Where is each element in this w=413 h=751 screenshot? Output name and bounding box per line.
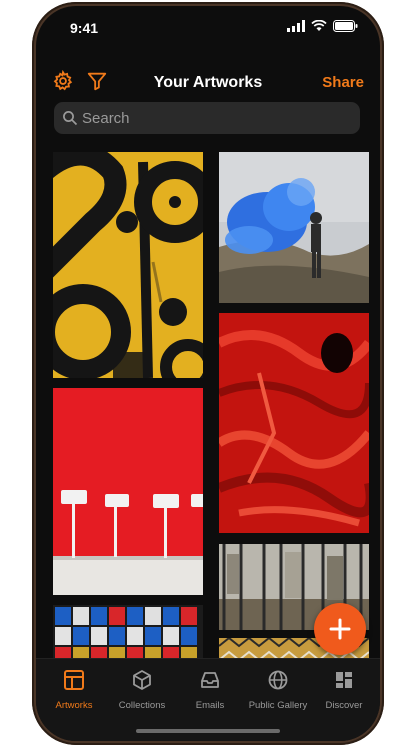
status-icons (287, 20, 358, 32)
status-time: 9:41 (70, 20, 99, 36)
tab-label-discover: Discover (325, 700, 363, 711)
nav-bar: Your Artworks Share (36, 64, 380, 102)
status-bar: 9:41 (36, 6, 380, 50)
artworks-icon (64, 670, 84, 690)
red-texture-image (219, 313, 369, 533)
cube-icon (133, 670, 151, 690)
red-wall-image (53, 388, 203, 595)
search-icon (63, 111, 78, 126)
blue-smoke-image (219, 152, 369, 303)
tab-label-artworks: Artworks (55, 700, 93, 711)
tab-bar: Artworks Collections Emails Public Galle… (36, 658, 380, 741)
tab-label-emails: Emails (195, 700, 225, 711)
battery-icon (333, 20, 358, 32)
tab-label-public-gallery: Public Gallery (248, 700, 308, 711)
inbox-icon (201, 672, 219, 688)
search-input[interactable]: Search (54, 102, 360, 134)
add-artwork-button[interactable] (314, 603, 366, 655)
tab-label-collections: Collections (118, 700, 166, 711)
share-button[interactable]: Share (322, 74, 364, 91)
tab-collections[interactable]: Collections (108, 669, 176, 711)
plus-icon (329, 618, 351, 640)
artwork-tile-yellow-typography[interactable] (53, 152, 203, 378)
grid-icon (336, 672, 352, 688)
tab-public-gallery[interactable]: Public Gallery (244, 669, 312, 711)
app-screen: 9:41 Your Artworks Share Search Artworks… (36, 6, 380, 741)
signal-icon (287, 20, 305, 32)
tab-emails[interactable]: Emails (176, 669, 244, 711)
globe-icon (268, 670, 288, 690)
home-indicator (136, 729, 280, 733)
yellow-typography-image (53, 152, 203, 378)
artwork-tile-blue-smoke[interactable] (219, 152, 369, 303)
wifi-icon (311, 20, 327, 31)
artwork-tile-red-texture[interactable] (219, 313, 369, 533)
artwork-tile-red-wall[interactable] (53, 388, 203, 595)
tab-discover[interactable]: Discover (310, 669, 378, 711)
search-placeholder: Search (82, 110, 130, 127)
tab-artworks[interactable]: Artworks (40, 669, 108, 711)
